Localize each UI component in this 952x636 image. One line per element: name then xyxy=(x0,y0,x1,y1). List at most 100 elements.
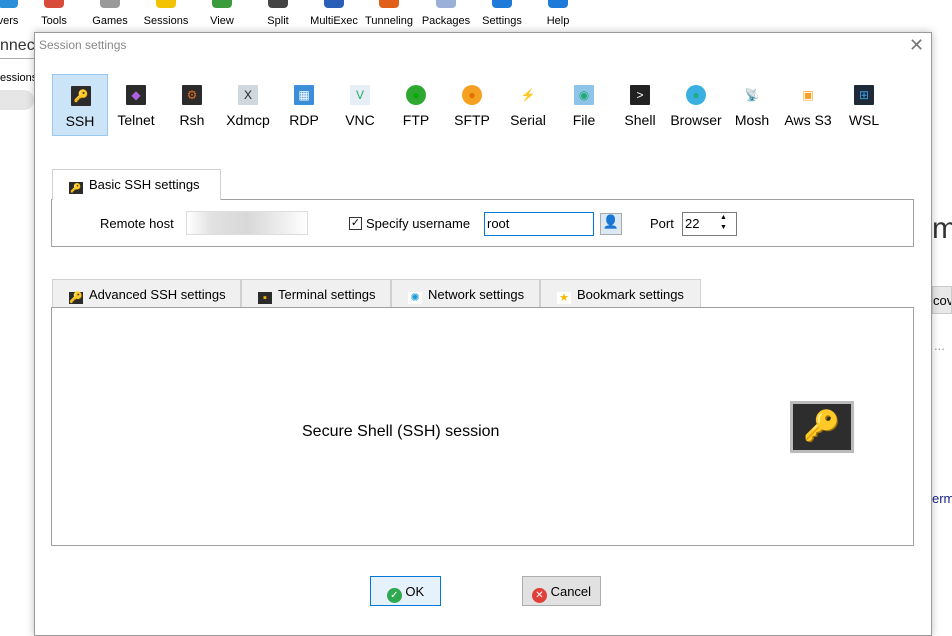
toolbar-tools-button[interactable]: Tools xyxy=(41,15,67,27)
toolbar-settings-button[interactable]: Settings xyxy=(482,15,522,27)
terminal-icon: ▪ xyxy=(258,292,272,304)
tab-terminal-settings[interactable]: ▪ Terminal settings xyxy=(241,279,391,308)
toolbar-vers-icon[interactable] xyxy=(0,0,18,8)
tab-network-settings[interactable]: ✺ Network settings xyxy=(391,279,540,308)
toolbar-sessions-icon[interactable] xyxy=(156,0,176,8)
close-icon[interactable]: ✕ xyxy=(909,35,924,56)
toolbar-split-icon[interactable] xyxy=(268,0,288,8)
username-input[interactable]: root xyxy=(484,212,594,236)
ssh-settings-panel: Secure Shell (SSH) session 🔑 xyxy=(51,307,914,546)
cancel-button[interactable]: ✕ Cancel xyxy=(522,576,601,606)
toolbar-view-icon[interactable] xyxy=(212,0,232,8)
ssh-key-icon: 🔑 xyxy=(790,401,854,453)
star-icon: ★ xyxy=(557,292,571,304)
key-icon: 🔑 xyxy=(69,292,83,304)
port-input[interactable]: 22 xyxy=(682,212,737,236)
basic-settings-panel: Remote host ✓ Specify username root 👤 Po… xyxy=(51,199,914,247)
session-settings-dialog: Session settings ✕ 🔑 SSH ◆ Telnet ⚙ Rsh X Xdmcp… xyxy=(34,32,932,636)
sftp-globe-icon: ● xyxy=(462,85,482,105)
toolbar-tools-icon[interactable] xyxy=(44,0,64,8)
session-type-browser[interactable]: ● Browser xyxy=(668,74,724,136)
file-monitor-icon: ◉ xyxy=(574,85,594,105)
toolbar-view-button[interactable]: View xyxy=(210,15,234,27)
tab-advanced-ssh-settings[interactable]: 🔑 Advanced SSH settings xyxy=(52,279,241,308)
session-type-label: Shell xyxy=(624,112,656,128)
user-picker-icon[interactable]: 👤 xyxy=(600,213,622,235)
toolbar-packages-icon[interactable] xyxy=(436,0,456,8)
tab-label: Terminal settings xyxy=(278,287,376,302)
session-type-label: SSH xyxy=(65,113,95,129)
right-heading: m xyxy=(932,212,952,245)
toolbar-games-button[interactable]: Games xyxy=(92,15,127,27)
session-type-label: Xdmcp xyxy=(226,112,270,128)
specify-username-checkbox[interactable]: ✓ xyxy=(349,217,362,230)
specify-username-label: Specify username xyxy=(366,216,471,231)
vnc-icon: V xyxy=(350,85,370,105)
tab-label: Network settings xyxy=(428,287,525,302)
quick-connect-input[interactable]: nnect xyxy=(0,37,39,59)
session-type-label: Telnet xyxy=(117,112,155,128)
toolbar-multiexec-icon[interactable] xyxy=(324,0,344,8)
tab-label: Bookmark settings xyxy=(577,287,684,302)
terminal-icon: > xyxy=(630,85,650,105)
session-type-wsl[interactable]: ⊞ WSL xyxy=(836,74,892,136)
rsh-icon: ⚙ xyxy=(182,85,202,105)
right-link[interactable]: erm xyxy=(932,491,952,506)
ok-button[interactable]: ✓ OK xyxy=(370,576,441,606)
tab-label: Basic SSH settings xyxy=(89,177,200,192)
session-type-label: Rsh xyxy=(179,112,205,128)
toolbar-tunneling-icon[interactable] xyxy=(379,0,399,8)
port-spin-down[interactable]: ▼ xyxy=(720,224,727,231)
toolbar-settings-icon[interactable] xyxy=(492,0,512,8)
toolbar-games-icon[interactable] xyxy=(100,0,120,8)
key-icon: 🔑 xyxy=(69,182,83,194)
ok-label: OK xyxy=(405,584,425,599)
session-type-label: Aws S3 xyxy=(784,112,832,128)
sessions-tab[interactable]: essions xyxy=(0,72,37,84)
toolbar-vers-button[interactable]: vers xyxy=(0,15,18,27)
windows-icon: ⊞ xyxy=(854,85,874,105)
tab-basic-ssh-settings[interactable]: 🔑 Basic SSH settings xyxy=(52,169,221,200)
cancel-icon: ✕ xyxy=(531,588,547,603)
session-type-aws-s3[interactable]: ▣ Aws S3 xyxy=(780,74,836,136)
right-button[interactable]: cove xyxy=(932,286,952,314)
session-type-file[interactable]: ◉ File xyxy=(556,74,612,136)
telnet-icon: ◆ xyxy=(126,85,146,105)
session-type-label: SFTP xyxy=(454,112,490,128)
toolbar-packages-button[interactable]: Packages xyxy=(422,15,470,27)
ftp-globe-icon: ● xyxy=(406,85,426,105)
port-spin-up[interactable]: ▲ xyxy=(720,214,727,221)
tab-label: Advanced SSH settings xyxy=(89,287,226,302)
check-icon: ✓ xyxy=(386,588,402,603)
toolbar-sessions-button[interactable]: Sessions xyxy=(144,15,189,27)
satellite-icon: 📡 xyxy=(742,85,762,105)
toolbar-multiexec-button[interactable]: MultiExec xyxy=(310,15,358,27)
session-type-rsh[interactable]: ⚙ Rsh xyxy=(164,74,220,136)
toolbar-tunneling-button[interactable]: Tunneling xyxy=(365,15,413,27)
session-type-xdmcp[interactable]: X Xdmcp xyxy=(220,74,276,136)
session-type-label: Serial xyxy=(510,112,546,128)
toolbar-split-button[interactable]: Split xyxy=(267,15,288,27)
session-type-shell[interactable]: > Shell xyxy=(612,74,668,136)
session-type-sftp[interactable]: ● SFTP xyxy=(444,74,500,136)
toolbar-help-icon[interactable] xyxy=(548,0,568,8)
session-type-label: FTP xyxy=(402,112,430,128)
session-type-label: Mosh xyxy=(734,112,770,128)
session-type-serial[interactable]: ⚡ Serial xyxy=(500,74,556,136)
session-type-label: WSL xyxy=(848,112,880,128)
aws-boxes-icon: ▣ xyxy=(798,85,818,105)
session-type-rdp[interactable]: ▦ RDP xyxy=(276,74,332,136)
session-type-ftp[interactable]: ● FTP xyxy=(388,74,444,136)
port-label: Port xyxy=(650,216,674,231)
rdp-icon: ▦ xyxy=(294,85,314,105)
session-type-vnc[interactable]: V VNC xyxy=(332,74,388,136)
session-type-telnet[interactable]: ◆ Telnet xyxy=(108,74,164,136)
remote-host-input[interactable] xyxy=(186,211,308,235)
session-type-label: VNC xyxy=(345,112,375,128)
tab-bookmark-settings[interactable]: ★ Bookmark settings xyxy=(540,279,701,308)
session-type-mosh[interactable]: 📡 Mosh xyxy=(724,74,780,136)
session-type-ssh[interactable]: 🔑 SSH xyxy=(52,74,108,136)
toolbar-help-button[interactable]: Help xyxy=(547,15,570,27)
session-type-label: RDP xyxy=(289,112,319,128)
key-icon: 🔑 xyxy=(71,86,91,106)
